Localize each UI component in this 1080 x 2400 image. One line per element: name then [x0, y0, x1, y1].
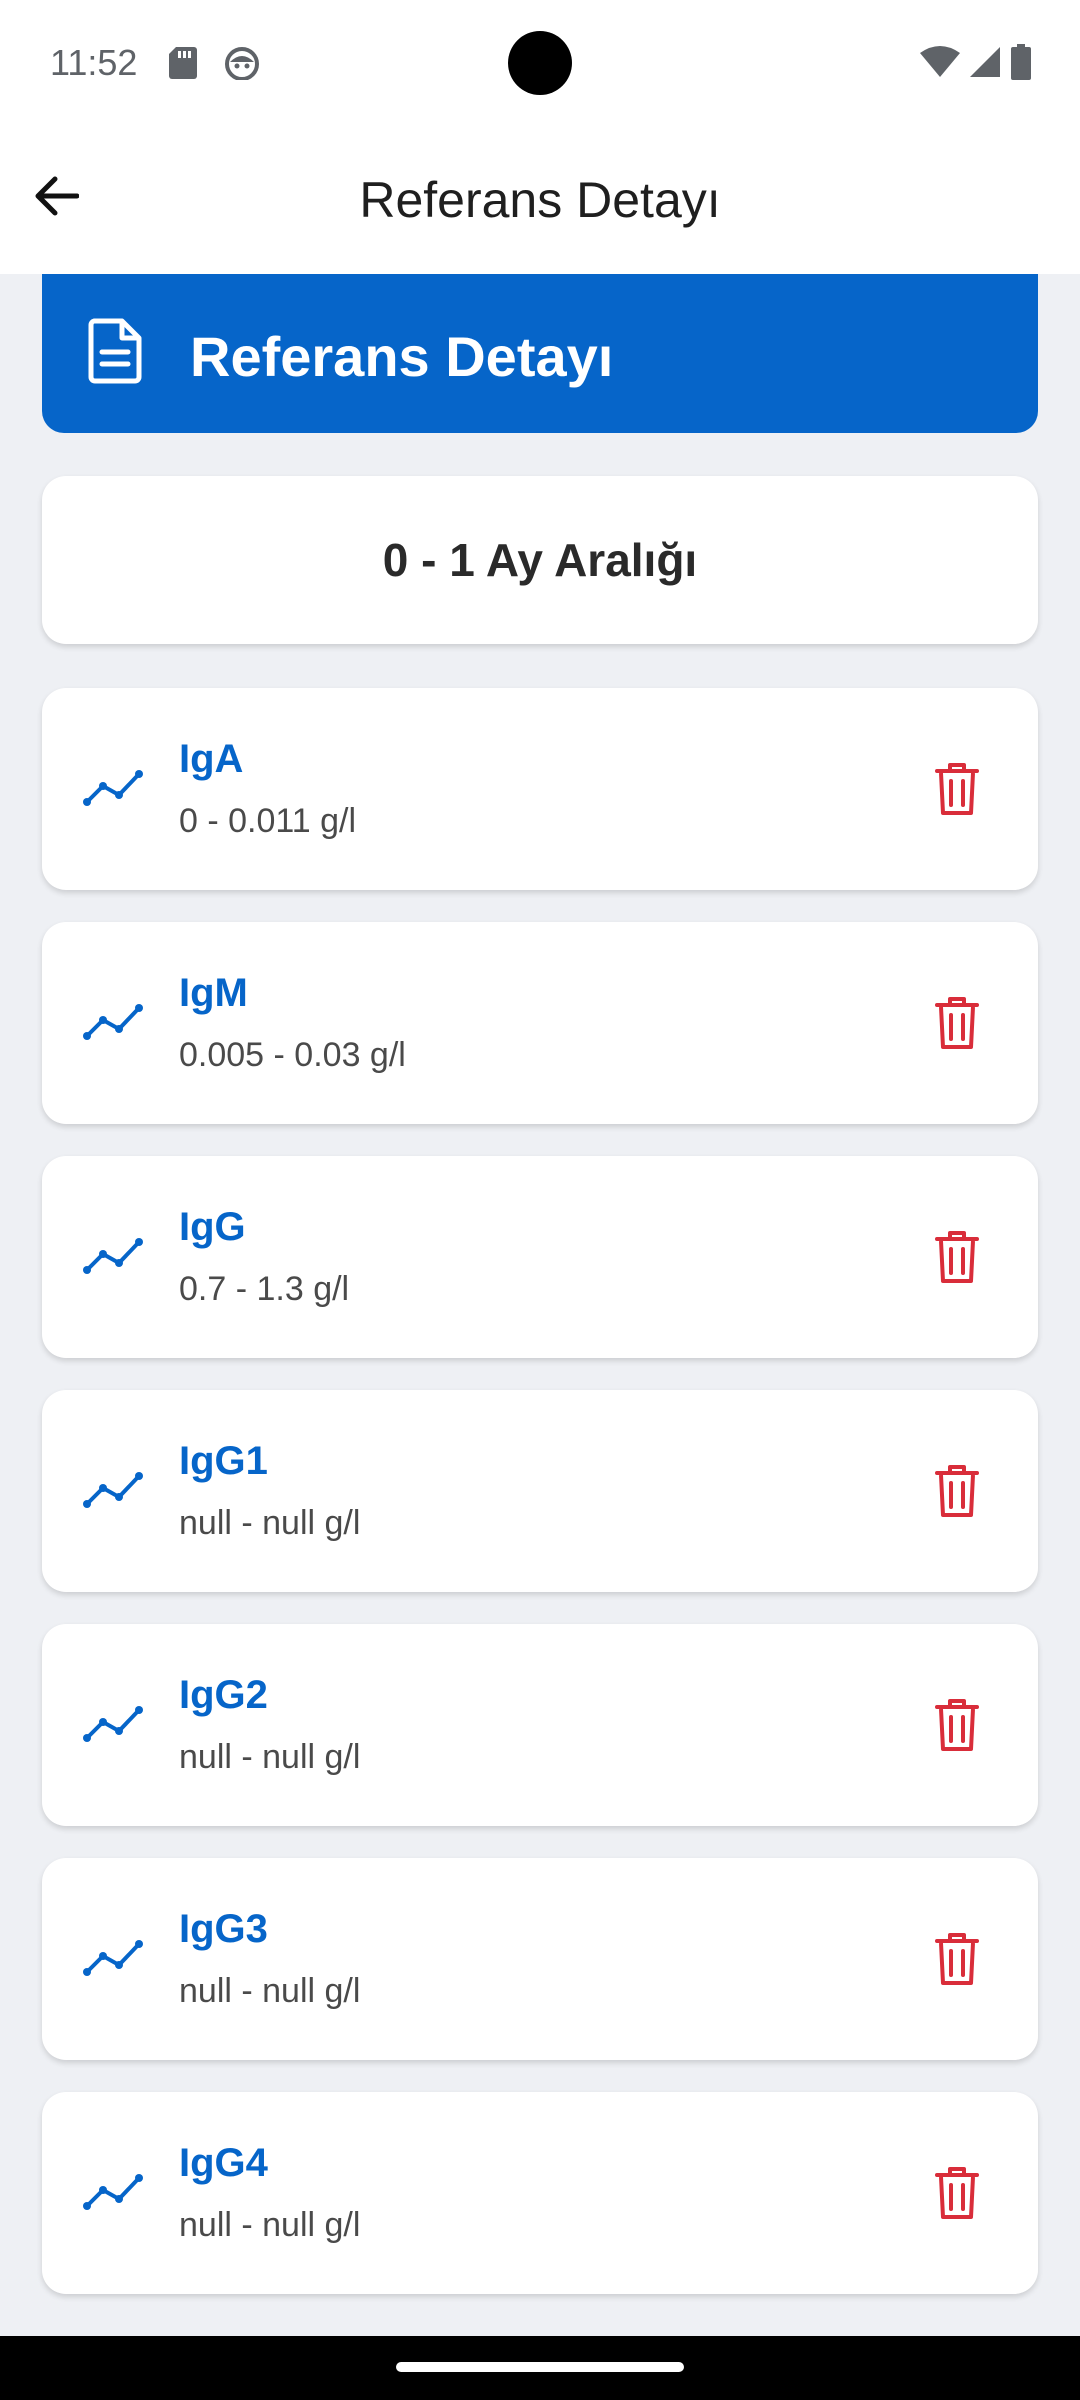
android-debug-icon — [225, 47, 259, 80]
list-item[interactable]: IgG3 null - null g/l — [42, 1858, 1038, 2060]
trend-line-icon — [83, 1238, 143, 1274]
range-card: 0 - 1 Ay Aralığı — [42, 476, 1038, 644]
system-nav-bar — [0, 2336, 1080, 2400]
camera-cutout — [508, 31, 572, 95]
trend-line-icon — [83, 1472, 143, 1508]
delete-button[interactable] — [920, 1688, 994, 1762]
list-item[interactable]: IgM 0.005 - 0.03 g/l — [42, 922, 1038, 1124]
item-range: null - null g/l — [179, 1738, 361, 1776]
header-card: Referans Detayı — [42, 274, 1038, 433]
trend-line-icon — [83, 1940, 143, 1976]
item-name: IgG4 — [179, 2141, 268, 2185]
status-icons-left — [168, 46, 260, 80]
sd-card-icon — [169, 47, 197, 79]
status-time: 11:52 — [50, 42, 138, 83]
delete-button[interactable] — [920, 1454, 994, 1528]
trend-line-icon — [83, 2174, 143, 2210]
document-icon — [88, 318, 142, 384]
app-bar: Referans Detayı — [0, 128, 1080, 274]
wifi-icon — [920, 46, 960, 77]
item-name: IgA — [179, 737, 244, 781]
list-item[interactable]: IgG4 null - null g/l — [42, 2092, 1038, 2294]
item-name: IgG3 — [179, 1907, 268, 1951]
item-range: 0 - 0.011 g/l — [179, 802, 357, 840]
trend-line-icon — [83, 1004, 143, 1040]
item-name: IgG — [179, 1205, 246, 1249]
trend-line-icon — [83, 1706, 143, 1742]
delete-button[interactable] — [920, 752, 994, 826]
item-name: IgG2 — [179, 1673, 268, 1717]
trash-icon — [935, 1231, 979, 1283]
item-range: 0.7 - 1.3 g/l — [179, 1270, 350, 1308]
item-range: null - null g/l — [179, 2206, 361, 2244]
trash-icon — [935, 763, 979, 815]
header-title: Referans Detayı — [190, 325, 614, 388]
status-bar: 11:52 — [0, 0, 1080, 128]
item-range: null - null g/l — [179, 1972, 361, 2010]
item-name: IgG1 — [179, 1439, 268, 1483]
battery-icon — [1011, 44, 1031, 80]
item-range: 0.005 - 0.03 g/l — [179, 1036, 406, 1074]
reference-list: IgA 0 - 0.011 g/l IgM 0.005 - 0.03 g/l I… — [42, 688, 1038, 2326]
range-title: 0 - 1 Ay Aralığı — [382, 534, 698, 586]
list-item[interactable]: IgG2 null - null g/l — [42, 1624, 1038, 1826]
list-item[interactable]: IgG 0.7 - 1.3 g/l — [42, 1156, 1038, 1358]
list-item[interactable]: IgA 0 - 0.011 g/l — [42, 688, 1038, 890]
delete-button[interactable] — [920, 1922, 994, 1996]
trash-icon — [935, 1933, 979, 1985]
signal-icon — [970, 47, 1000, 77]
trash-icon — [935, 1699, 979, 1751]
home-gesture-handle[interactable] — [396, 2362, 684, 2372]
trash-icon — [935, 997, 979, 1049]
page-title: Referans Detayı — [359, 172, 721, 228]
item-range: null - null g/l — [179, 1504, 361, 1542]
status-icons-right — [920, 44, 1032, 80]
trend-line-icon — [83, 770, 143, 806]
item-name: IgM — [179, 971, 248, 1015]
delete-button[interactable] — [920, 986, 994, 1060]
delete-button[interactable] — [920, 2156, 994, 2230]
trash-icon — [935, 2167, 979, 2219]
trash-icon — [935, 1465, 979, 1517]
list-item[interactable]: IgG1 null - null g/l — [42, 1390, 1038, 1592]
delete-button[interactable] — [920, 1220, 994, 1294]
